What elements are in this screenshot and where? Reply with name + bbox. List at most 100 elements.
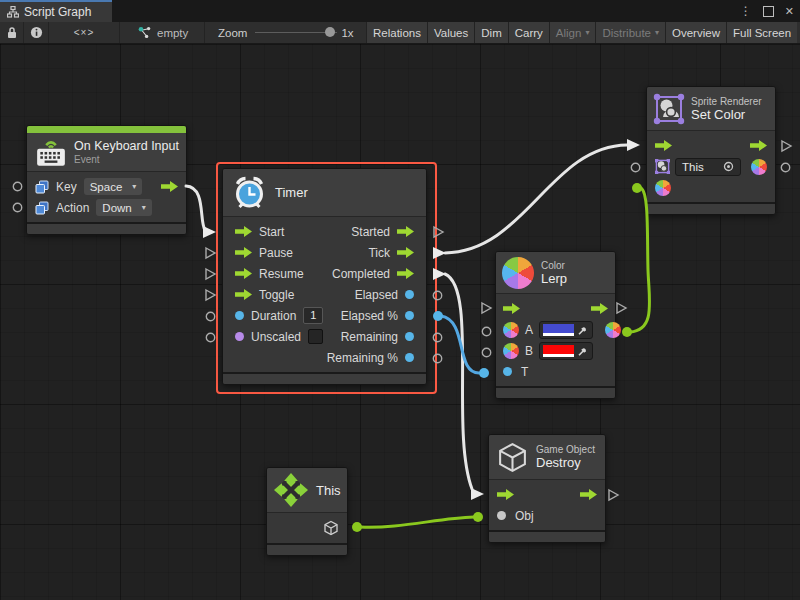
port-timer-remaining[interactable] (432, 332, 443, 343)
value-in-port-icon[interactable] (235, 332, 244, 341)
node-on-keyboard-input[interactable]: On Keyboard Input Event Key Space▾ Actio… (26, 125, 187, 235)
game-object-icon (496, 441, 529, 474)
flow-in-port-icon[interactable] (655, 140, 672, 151)
align-button[interactable]: Align▾ (550, 22, 597, 43)
values-button[interactable]: Values (428, 22, 475, 43)
fullscreen-button[interactable]: Full Screen (727, 22, 797, 43)
color-out-port-icon[interactable] (605, 322, 621, 338)
timer-output-label: Tick (368, 246, 390, 260)
overview-button[interactable]: Overview (666, 22, 727, 43)
port-action-in[interactable] (12, 202, 23, 213)
flow-out-port-icon[interactable] (750, 140, 767, 151)
port-timer-start[interactable] (202, 225, 217, 239)
port-timer-tick[interactable] (432, 246, 447, 260)
color-field-a[interactable] (539, 321, 593, 339)
graph-selector[interactable]: empty (120, 22, 205, 43)
port-timer-toggle[interactable] (204, 288, 217, 302)
node-timer[interactable]: Timer Start Started Pause Tick Resume (222, 168, 427, 385)
color-out-port-icon[interactable] (751, 159, 767, 175)
distribute-button[interactable]: Distribute▾ (596, 22, 666, 43)
info-button[interactable] (24, 22, 49, 43)
node-color-lerp[interactable]: Color Lerp A B (495, 251, 616, 399)
port-lerp-t[interactable] (478, 367, 490, 379)
node-title: Timer (275, 185, 308, 200)
flow-out-port-icon[interactable] (397, 247, 414, 258)
port-destroy-obj[interactable] (472, 511, 484, 523)
port-key-in[interactable] (12, 181, 23, 192)
collapse-button[interactable]: <×> (49, 22, 120, 43)
port-timer-duration[interactable] (205, 311, 216, 322)
relations-button[interactable]: Relations (367, 22, 428, 43)
unscaled-checkbox[interactable] (308, 329, 323, 344)
color-field-b[interactable] (539, 342, 593, 360)
window-maximize-icon[interactable] (763, 6, 774, 17)
target-object-field[interactable]: This (675, 158, 741, 176)
action-dropdown[interactable]: Down▾ (96, 199, 151, 216)
value-out-port-icon[interactable] (405, 353, 414, 362)
object-picker-icon[interactable] (723, 161, 734, 172)
port-timer-elapsed-pct[interactable] (432, 310, 444, 322)
flow-out-port-icon[interactable] (397, 268, 414, 279)
port-setcolor-target[interactable] (630, 162, 641, 173)
port-timer-completed[interactable] (432, 267, 447, 281)
game-object-out-port-icon[interactable] (323, 520, 339, 536)
value-in-port-icon[interactable] (503, 367, 512, 376)
port-timer-elapsed[interactable] (432, 290, 443, 301)
dropdown-caret-icon: ▾ (655, 28, 659, 37)
port-timer-started[interactable] (432, 225, 445, 239)
port-lerp-result[interactable] (621, 326, 633, 338)
lock-button[interactable] (0, 22, 24, 43)
port-setcolor-color[interactable] (631, 182, 643, 194)
color-value-port-icon[interactable] (503, 343, 519, 359)
duration-value-field[interactable]: 1 (303, 307, 323, 324)
node-footer (267, 543, 347, 555)
port-setcolor-flow-out[interactable] (780, 139, 793, 153)
timer-output-label: Remaining (341, 330, 398, 344)
value-out-port-icon[interactable] (405, 290, 414, 299)
value-in-port-icon[interactable] (235, 311, 244, 320)
flow-in-port-icon[interactable] (235, 226, 252, 237)
zoom-slider[interactable] (255, 32, 337, 34)
value-in-port-icon[interactable] (497, 511, 506, 520)
port-setcolor-flow-in[interactable] (626, 138, 641, 152)
tab-script-graph[interactable]: Script Graph (0, 0, 112, 22)
port-this-out[interactable] (351, 521, 363, 533)
port-lerp-flow-out[interactable] (615, 301, 628, 315)
window-menu-icon[interactable]: ⋮ (740, 4, 752, 18)
flow-out-port-icon[interactable] (580, 489, 597, 500)
port-timer-resume[interactable] (204, 267, 217, 281)
port-lerp-a[interactable] (481, 326, 492, 337)
eyedropper-icon[interactable] (577, 324, 589, 336)
eyedropper-icon[interactable] (577, 345, 589, 357)
color-value-port-icon[interactable] (503, 322, 519, 338)
flow-in-port-icon[interactable] (235, 268, 252, 279)
node-this[interactable]: This (266, 467, 348, 556)
value-out-port-icon[interactable] (405, 311, 414, 320)
port-lerp-flow-in[interactable] (480, 301, 493, 315)
color-in-port-icon[interactable] (655, 180, 671, 196)
port-timer-pause[interactable] (204, 246, 217, 260)
value-out-port-icon[interactable] (405, 332, 414, 341)
graph-toolbar: <×> empty Zoom 1x Relations Values Dim C… (0, 22, 800, 44)
zoom-slider-knob[interactable] (325, 27, 335, 37)
key-dropdown[interactable]: Space▾ (84, 178, 143, 195)
flow-out-port-icon[interactable] (161, 181, 178, 192)
flow-in-port-icon[interactable] (503, 303, 520, 314)
carry-button[interactable]: Carry (509, 22, 550, 43)
node-set-color[interactable]: Sprite Renderer Set Color This (646, 86, 776, 215)
flow-out-port-icon[interactable] (591, 303, 608, 314)
flow-in-port-icon[interactable] (497, 489, 514, 500)
port-lerp-b[interactable] (481, 347, 492, 358)
port-timer-unscaled[interactable] (205, 332, 216, 343)
node-category: Game Object (536, 444, 595, 455)
port-destroy-flow-out[interactable] (607, 488, 620, 502)
window-close-icon[interactable]: ✕ (785, 5, 794, 18)
flow-in-port-icon[interactable] (235, 247, 252, 258)
dim-button[interactable]: Dim (475, 22, 508, 43)
port-timer-remaining-pct[interactable] (432, 353, 443, 364)
port-setcolor-value-out[interactable] (780, 162, 791, 173)
port-destroy-flow-in[interactable] (470, 487, 485, 501)
flow-in-port-icon[interactable] (235, 289, 252, 300)
flow-out-port-icon[interactable] (397, 226, 414, 237)
node-destroy[interactable]: Game Object Destroy Obj (488, 434, 606, 543)
